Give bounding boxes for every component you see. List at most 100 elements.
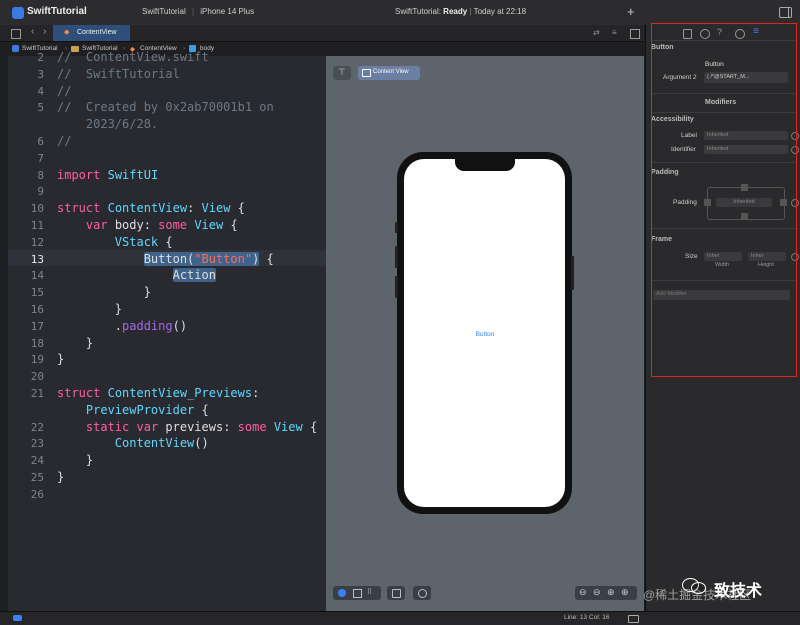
line-number: 2 <box>37 51 44 64</box>
code-line[interactable]: Button("Button") { <box>57 251 274 266</box>
line-number: 26 <box>30 487 44 501</box>
code-line[interactable]: PreviewProvider { <box>57 403 209 417</box>
code-line[interactable]: struct ContentView_Previews: <box>57 386 259 400</box>
line-number: 10 <box>30 202 44 216</box>
device-button-volume-up <box>395 246 398 268</box>
code-line[interactable]: } <box>57 453 93 467</box>
line-number: 3 <box>37 67 44 81</box>
selectable-mode-icon[interactable] <box>353 589 362 598</box>
variants-icon[interactable]: ⠿ <box>367 588 372 596</box>
line-number: 23 <box>30 437 44 451</box>
device-button-power <box>571 256 574 290</box>
code-line[interactable]: // <box>57 134 71 148</box>
status-time: Today at 22:18 <box>473 7 527 16</box>
code-line[interactable]: } <box>57 352 64 366</box>
preview-mode-controls: ⠿ <box>333 586 381 600</box>
tab-bar: ‹ › ◆ ContentView ⇄ ≡ <box>0 25 644 42</box>
editor-options-icon[interactable]: ≡ <box>612 28 617 37</box>
code-line[interactable]: 2023/6/28. <box>57 117 158 131</box>
preview-tab[interactable]: Content View <box>358 66 420 80</box>
add-tab-button[interactable]: + <box>627 4 635 19</box>
device-settings-button[interactable] <box>387 586 405 600</box>
zoom-actual-icon[interactable]: ⊕ <box>607 587 615 598</box>
line-number: 25 <box>30 471 44 484</box>
grid-icon[interactable] <box>11 29 21 39</box>
code-line[interactable]: } <box>57 336 93 350</box>
scheme-label: SwiftTutorial <box>142 7 186 16</box>
line-number: 18 <box>30 336 44 350</box>
code-line[interactable]: static var previews: some View { <box>57 420 317 434</box>
debug-area-icon[interactable] <box>13 615 22 621</box>
line-number: 5 <box>37 101 44 115</box>
swift-file-icon: ◆ <box>64 29 70 36</box>
code-line[interactable]: struct ContentView: View { <box>57 201 245 215</box>
code-line[interactable]: } <box>57 470 64 484</box>
line-number: 9 <box>37 185 44 199</box>
code-line[interactable]: // SwiftTutorial <box>57 67 180 81</box>
status-bar: Line: 13 Col: 16 <box>0 611 800 625</box>
line-number: 16 <box>30 303 44 316</box>
code-line[interactable]: } <box>57 285 151 299</box>
code-line[interactable]: .padding() <box>57 319 187 333</box>
zoom-fit-icon[interactable]: ⊖ <box>579 587 587 598</box>
code-line[interactable]: import SwiftUI <box>57 168 158 182</box>
line-number: 13 <box>30 252 44 266</box>
line-number: 15 <box>30 286 44 300</box>
preview-icon <box>362 69 371 77</box>
scheme-selector[interactable]: SwiftTutorial | iPhone 14 Plus <box>142 7 254 16</box>
panel-toggle-icon[interactable] <box>628 615 639 623</box>
refresh-icon[interactable]: ⇄ <box>593 28 600 37</box>
device-button-volume-down <box>395 276 398 298</box>
code-line[interactable]: VStack { <box>57 235 173 249</box>
inspector-toggle-icon[interactable] <box>779 7 792 18</box>
line-number: 20 <box>30 370 44 384</box>
line-number: 14 <box>30 269 44 283</box>
line-number: 8 <box>37 168 44 182</box>
pin-button[interactable]: ⊤ <box>333 66 351 80</box>
highlight-annotation <box>651 23 797 377</box>
line-number: 21 <box>30 387 44 400</box>
zoom-in-icon[interactable]: ⊕ <box>621 587 629 598</box>
app-icon <box>12 7 24 19</box>
line-number: 4 <box>37 84 44 98</box>
status-state: Ready <box>443 7 468 16</box>
device-notch <box>455 159 515 171</box>
code-line[interactable]: // ContentView.swift <box>57 50 209 64</box>
watermark-primary: 致技术 <box>714 583 763 600</box>
cursor-position: Line: 13 Col: 16 <box>564 614 610 621</box>
line-number: 7 <box>37 151 44 165</box>
line-number: 6 <box>37 135 44 148</box>
line-number: 12 <box>30 235 44 249</box>
preview-button[interactable]: Button <box>440 331 530 338</box>
line-number: 19 <box>30 353 44 367</box>
editor-gutter-strip <box>0 56 8 611</box>
app-name: SwiftTutorial <box>27 6 87 17</box>
status-project: SwiftTutorial: <box>395 7 441 16</box>
code-line[interactable]: Action <box>57 268 216 283</box>
code-line[interactable]: // <box>57 84 71 98</box>
live-mode-icon[interactable] <box>338 589 346 597</box>
device-settings-icon <box>392 589 401 598</box>
line-number: 22 <box>30 420 44 434</box>
info-icon <box>418 589 427 598</box>
info-button[interactable] <box>413 586 431 600</box>
code-line[interactable]: } <box>57 302 122 316</box>
tab-label: ContentView <box>77 29 117 36</box>
forward-icon[interactable]: › <box>43 26 46 37</box>
preview-tab-label: Content View <box>373 69 409 75</box>
zoom-out-icon[interactable]: ⊖ <box>593 587 601 598</box>
line-number: 24 <box>30 454 44 468</box>
tab-contentview[interactable]: ◆ ContentView <box>53 25 130 41</box>
line-number: 11 <box>30 219 44 232</box>
split-editor-icon[interactable] <box>630 29 640 39</box>
wechat-logo-icon <box>682 577 706 594</box>
device-label: iPhone 14 Plus <box>200 7 255 16</box>
line-number: 17 <box>30 319 44 333</box>
back-icon[interactable]: ‹ <box>31 26 34 37</box>
source-editor[interactable] <box>8 56 326 611</box>
code-line[interactable]: ContentView() <box>57 436 209 450</box>
activity-status: SwiftTutorial: Ready | Today at 22:18 <box>395 7 527 16</box>
code-line[interactable]: // Created by 0x2ab70001b1 on <box>57 100 274 114</box>
code-line[interactable]: var body: some View { <box>57 218 238 232</box>
zoom-controls: ⊖ ⊖ ⊕ ⊕ <box>575 586 637 600</box>
